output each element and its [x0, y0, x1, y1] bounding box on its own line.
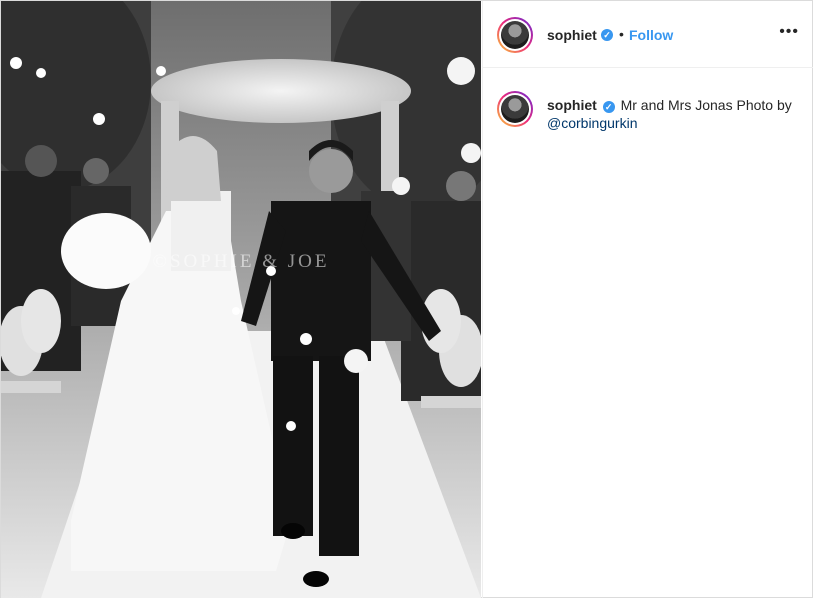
follow-button[interactable]: Follow — [629, 27, 673, 43]
verified-badge-icon: ✓ — [602, 101, 615, 113]
post-photo[interactable]: ©SOPHIE & JOE — [1, 1, 481, 598]
wedding-photo-illustration — [1, 1, 481, 598]
caption-mention-link[interactable]: @corbingurkin — [547, 115, 637, 131]
profile-avatar[interactable] — [497, 17, 533, 53]
post-caption: sophiet ✓ Mr and Mrs Jonas Photo by @cor… — [547, 96, 807, 132]
photo-watermark: ©SOPHIE & JOE — [152, 251, 330, 272]
caption-avatar[interactable] — [497, 91, 533, 127]
post-sidebar: sophiet ✓ • Follow ••• sophiet ✓ Mr and … — [482, 1, 813, 598]
instagram-post: ©SOPHIE & JOE sophiet ✓ • Follow ••• sop… — [0, 0, 813, 598]
verified-badge-icon: ✓ — [601, 29, 613, 41]
caption-username[interactable]: sophiet — [547, 97, 597, 113]
post-header: sophiet ✓ • Follow ••• — [483, 1, 813, 68]
more-options-icon[interactable]: ••• — [779, 23, 799, 41]
caption-text: Mr and Mrs Jonas Photo by — [620, 97, 792, 113]
separator-dot: • — [619, 26, 624, 42]
header-username[interactable]: sophiet — [547, 27, 597, 43]
